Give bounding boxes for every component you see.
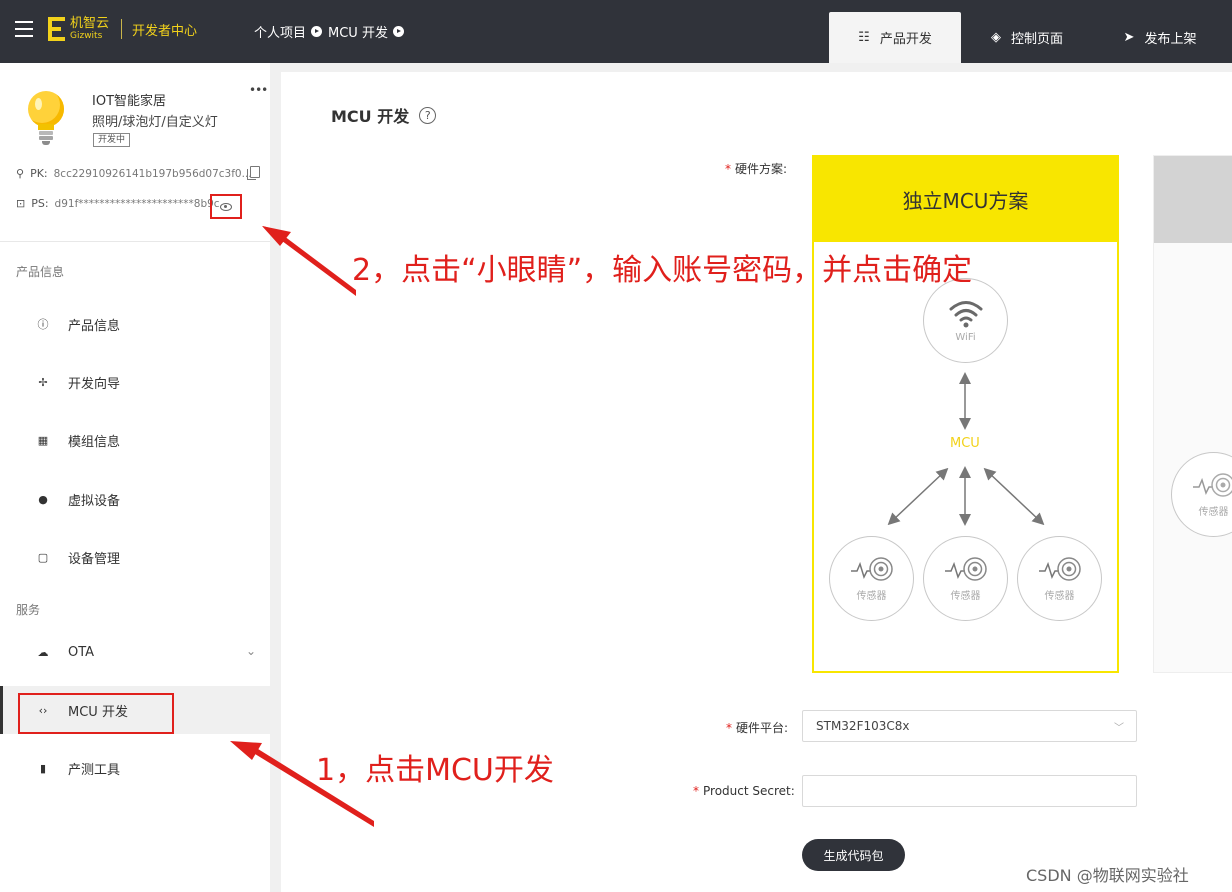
- product-category: 照明/球泡灯/自定义灯: [92, 115, 218, 130]
- sliders-icon: ☷: [858, 30, 870, 45]
- chevron-right-circle-icon: [392, 26, 404, 37]
- globe-icon: ●: [38, 492, 48, 506]
- signpost-icon: ✢: [38, 375, 48, 389]
- grid-icon: ▦: [37, 433, 49, 447]
- pk-label: PK:: [30, 167, 48, 180]
- annotation-step-1: 1，点击MCU开发: [316, 753, 554, 788]
- sensor-node: 传感器: [923, 536, 1008, 621]
- breadcrumb-personal-project[interactable]: 个人项目: [254, 22, 306, 41]
- sensor-icon: [1038, 557, 1081, 581]
- status-badge: 开发中: [93, 133, 131, 147]
- send-icon: ➤: [1123, 30, 1135, 45]
- tab-publish[interactable]: ➤ 发布上架: [1095, 12, 1225, 63]
- product-name: IOT智能家居: [92, 94, 167, 109]
- gizwits-logo-icon: [48, 17, 68, 41]
- pk-value: 8cc22910926141b197b956d07c3f0...: [53, 167, 252, 180]
- sensor-icon: [1192, 473, 1232, 497]
- sensor-label: 传感器: [1198, 507, 1229, 518]
- watermark: CSDN @物联网实验社: [1026, 866, 1189, 885]
- generate-code-button[interactable]: 生成代码包: [802, 839, 905, 871]
- brand-name-cn: 机智云: [70, 16, 110, 31]
- top-bar: 机智云 Gizwits 开发者中心 个人项目 MCU 开发 ☷ 产品开发 ◈ 控…: [0, 0, 1232, 63]
- cloud-icon: ☁: [37, 645, 49, 659]
- sensor-node: 传感器: [829, 536, 914, 621]
- section-product-info: 产品信息: [16, 265, 65, 279]
- lightbulb-icon: [27, 91, 65, 147]
- brand-name-en: Gizwits: [70, 31, 103, 41]
- sensor-label: 传感器: [1044, 591, 1075, 602]
- sensor-node: 传感器: [1017, 536, 1102, 621]
- product-secret-row: ⊡ PS: d91f**********************8b9c: [16, 197, 220, 210]
- scheme-card-title: 独立MCU方案: [814, 157, 1117, 242]
- page-title: MCU 开发 ?: [331, 103, 437, 127]
- tab-control-page[interactable]: ◈ 控制页面: [962, 12, 1092, 63]
- product-key-row: ⚲ PK: 8cc22910926141b197b956d07c3f0...: [16, 167, 252, 180]
- product-secret-input[interactable]: [802, 775, 1137, 807]
- more-icon[interactable]: •••: [249, 83, 268, 97]
- mcu-label: MCU: [950, 436, 980, 451]
- hamburger-menu-icon[interactable]: [15, 21, 33, 37]
- show-secret-button[interactable]: [210, 194, 242, 219]
- breadcrumb: 个人项目 MCU 开发: [254, 22, 410, 41]
- clipboard-icon: ▢: [37, 550, 49, 564]
- test-tube-icon: ▮: [39, 761, 47, 775]
- sidebar-item-module-info[interactable]: ▦ 模组信息: [0, 416, 270, 464]
- info-icon: ⓘ: [37, 318, 49, 331]
- key-icon: ⚲: [16, 167, 25, 180]
- ps-label: PS:: [31, 197, 49, 210]
- ps-value: d91f**********************8b9c: [54, 197, 220, 210]
- diamond-icon: ◈: [990, 30, 1001, 45]
- breadcrumb-mcu-dev[interactable]: MCU 开发: [328, 22, 388, 41]
- annotation-step-2: 2，点击“小眼睛”，输入账号密码，并点击确定: [352, 253, 973, 288]
- chevron-right-circle-icon: [311, 26, 323, 37]
- wifi-node: WiFi: [923, 278, 1008, 363]
- sensor-label: 传感器: [856, 591, 887, 602]
- scheme-card-alt[interactable]: [1153, 155, 1232, 673]
- tab-product-dev[interactable]: ☷ 产品开发: [829, 12, 961, 63]
- sidebar: IOT智能家居 照明/球泡灯/自定义灯 开发中 ••• ⚲ PK: 8cc229…: [0, 63, 270, 892]
- highlight-mcu-dev: [18, 693, 174, 734]
- gizwits-logo[interactable]: 机智云 Gizwits 开发者中心: [48, 17, 197, 41]
- sidebar-item-dev-guide[interactable]: ✢ 开发向导: [0, 358, 270, 406]
- sensor-icon: [944, 557, 987, 581]
- sidebar-item-production-test[interactable]: ▮ 产测工具: [0, 744, 270, 792]
- sensor-label: 传感器: [950, 591, 981, 602]
- hardware-scheme-label: * 硬件方案:: [725, 162, 788, 176]
- wifi-label: WiFi: [955, 332, 976, 343]
- sidebar-item-product-info[interactable]: ⓘ 产品信息: [0, 300, 270, 348]
- eye-icon: [220, 202, 232, 211]
- sidebar-item-virtual-device[interactable]: ● 虚拟设备: [0, 475, 270, 523]
- wifi-icon: [949, 301, 982, 328]
- sidebar-item-device-mgmt[interactable]: ▢ 设备管理: [0, 533, 270, 581]
- hardware-platform-label: * 硬件平台:: [726, 721, 789, 735]
- copy-icon[interactable]: [247, 166, 260, 180]
- sensor-icon: [850, 557, 893, 581]
- section-service: 服务: [16, 603, 41, 617]
- product-secret-label: * Product Secret:: [693, 784, 795, 798]
- developer-center-label: 开发者中心: [132, 23, 198, 39]
- help-icon[interactable]: ?: [419, 106, 437, 124]
- lock-icon: ⊡: [16, 197, 26, 210]
- chevron-down-icon[interactable]: ⌄: [246, 644, 256, 658]
- hardware-platform-select[interactable]: STM32F103C8x ﹀: [802, 710, 1137, 742]
- sidebar-item-ota[interactable]: ☁ OTA: [0, 628, 270, 676]
- chevron-down-icon: ﹀: [1114, 723, 1124, 734]
